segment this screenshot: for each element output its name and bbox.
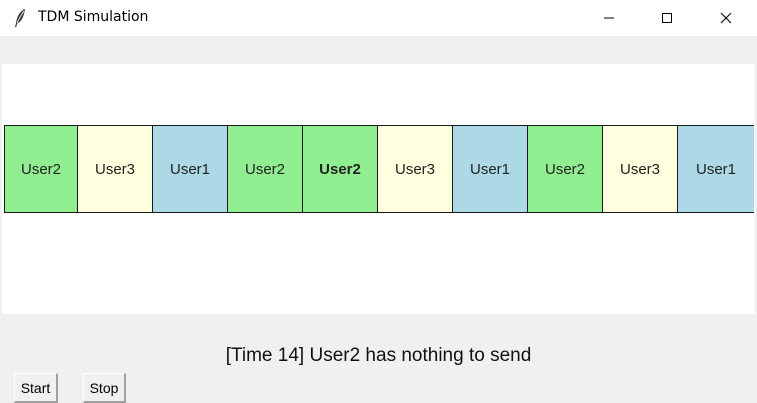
time-slot: User1 (678, 126, 754, 212)
status-message: [Time 14] User2 has nothing to send (225, 345, 532, 366)
time-slot: User1 (453, 126, 528, 212)
time-slot: User3 (378, 126, 453, 212)
maximize-button[interactable] (638, 0, 696, 36)
time-slot-frame: User2 User3 User1 User2 User2 User3 User1 User2… (4, 125, 754, 213)
maximize-icon (662, 13, 672, 23)
tdm-canvas: User2 User3 User1 User2 User2 User3 User1 User2… (2, 64, 755, 314)
time-slot: User3 (78, 126, 153, 212)
minimize-button[interactable] (580, 0, 638, 36)
time-slot: User2 (228, 126, 303, 212)
time-slot: User3 (603, 126, 678, 212)
time-slot: User2 (303, 126, 378, 212)
time-slot: User1 (153, 126, 228, 212)
time-slot: User2 (528, 126, 603, 212)
stop-button[interactable]: Stop (83, 373, 126, 403)
title-bar[interactable]: TDM Simulation (0, 0, 757, 36)
close-button[interactable] (697, 0, 755, 36)
minimize-icon (604, 17, 614, 19)
window-title: TDM Simulation (38, 9, 149, 25)
start-button[interactable]: Start (14, 373, 58, 403)
feather-icon (15, 9, 25, 27)
close-icon (720, 12, 732, 24)
tdm-simulation-window: TDM Simulation User2 User3 User1 User2 User2… (0, 0, 757, 403)
time-slot: User2 (4, 126, 78, 212)
